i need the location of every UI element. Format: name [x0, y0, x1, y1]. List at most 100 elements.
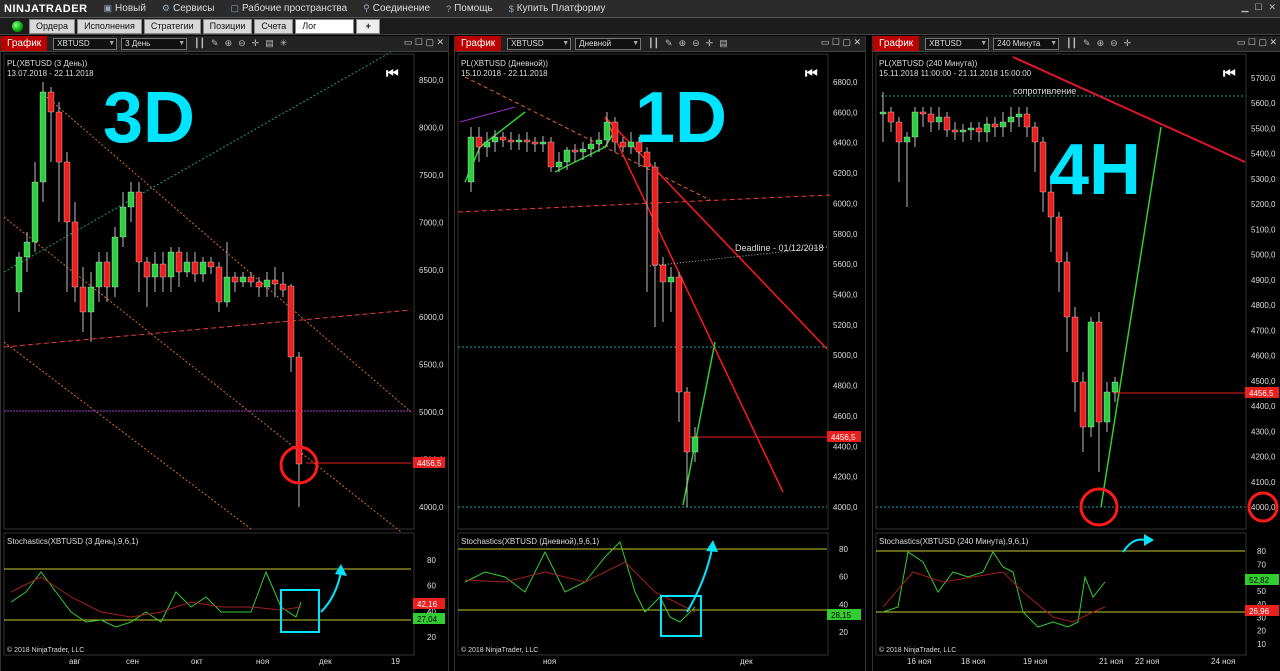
zoom-out-icon[interactable]: ⊖: [692, 38, 700, 49]
panel-window-controls[interactable]: ▭ ☐ ▢ ✕: [1237, 37, 1277, 48]
candle-body: [475, 136, 483, 148]
chart-canvas[interactable]: PL(XBTUSD (Дневной)) 15.10.2018 - 22.11.…: [455, 52, 865, 671]
tab-orders[interactable]: Ордера: [29, 18, 76, 34]
zoom-in-icon[interactable]: ⊕: [225, 38, 233, 49]
camera-icon[interactable]: ▤: [265, 38, 274, 49]
crosshair-icon[interactable]: ✛: [1124, 38, 1132, 49]
crosshair-icon[interactable]: ✛: [706, 38, 714, 49]
price-tick-label: 8000,0: [419, 123, 444, 132]
chart-canvas[interactable]: PL(XBTUSD (240 Минута)) 15.11.2018 11:00…: [873, 52, 1280, 671]
interval-select[interactable]: 3 День ▼: [121, 37, 188, 50]
bar-type-icon[interactable]: ┃┃: [1066, 38, 1077, 49]
price-tick-label: 4800,0: [833, 382, 858, 391]
candle-body: [1031, 126, 1039, 143]
menu-new[interactable]: ▣ Новый: [96, 3, 154, 14]
stoch-tick-label: 20: [427, 633, 436, 642]
instrument-select[interactable]: XBTUSD ▼: [53, 37, 118, 50]
close-icon[interactable]: ✕: [1268, 2, 1276, 13]
menu-help[interactable]: ? Помощь: [438, 3, 501, 14]
candle-body: [959, 129, 967, 133]
candle-body: [231, 276, 239, 283]
camera-icon[interactable]: ▤: [719, 38, 728, 49]
menu-workspaces[interactable]: ▢ Рабочие пространства: [222, 3, 355, 14]
menu-services-label: Сервисы: [173, 3, 215, 14]
panel-window-controls[interactable]: ▭ ☐ ▢ ✕: [404, 37, 444, 48]
candle-body: [595, 139, 603, 145]
candle-body: [175, 251, 183, 273]
candle-body: [279, 283, 287, 291]
tab-strategies[interactable]: Стратегии: [143, 18, 201, 34]
bar-type-icon[interactable]: ┃┃: [648, 38, 659, 49]
interval-value: Дневной: [579, 38, 612, 48]
price-tick-label: 5200,0: [1251, 200, 1276, 209]
price-tick-label: 6500,0: [419, 266, 444, 275]
candle-body: [539, 141, 547, 145]
candle-body: [651, 166, 659, 266]
minimize-icon[interactable]: ▁: [1241, 2, 1248, 13]
help-icon: ?: [446, 3, 452, 14]
candle-body: [183, 261, 191, 273]
tab-positions[interactable]: Позиции: [202, 18, 253, 34]
crosshair-icon[interactable]: ✛: [252, 38, 260, 49]
time-axis: 16 ноя 18 ноя 19 ноя 21 ноя 22 ноя 24 ноя: [907, 657, 1235, 666]
candle-body: [167, 251, 175, 278]
chart-name: PL(XBTUSD (240 Минута)): [879, 59, 978, 68]
panel-window-controls[interactable]: ▭ ☐ ▢ ✕: [821, 37, 861, 48]
candle-body: [39, 91, 47, 183]
zoom-out-icon[interactable]: ⊖: [238, 38, 246, 49]
candle-body: [1087, 321, 1095, 428]
interval-select[interactable]: Дневной ▼: [575, 37, 642, 50]
candle-body: [1111, 381, 1119, 393]
price-tick-label: 5000,0: [419, 408, 444, 417]
menu-services[interactable]: ⚙ Сервисы: [154, 3, 223, 14]
candle-body: [547, 141, 555, 168]
draw-tool-icon[interactable]: ✎: [665, 38, 673, 49]
menu-buy[interactable]: $ Купить Платформу: [501, 3, 614, 14]
time-tick-label: окт: [191, 657, 203, 666]
copyright: © 2018 NinjaTrader, LLC: [7, 646, 84, 654]
stoch-pane-frame: [3, 532, 415, 656]
up-arrow: [1122, 538, 1146, 553]
draw-tool-icon[interactable]: ✎: [211, 38, 219, 49]
maximize-icon[interactable]: ☐: [1254, 2, 1262, 13]
candle-body: [63, 161, 71, 223]
tab-executions[interactable]: Исполнения: [77, 18, 142, 34]
chart-toolbar: График XBTUSD ▼ 3 День ▼ ┃┃ ✎ ⊕ ⊖ ✛ ▤ ✳ ▭ …: [1, 36, 448, 52]
instrument-select[interactable]: XBTUSD ▼: [507, 37, 572, 50]
tab-log[interactable]: Лог: [295, 18, 355, 34]
time-tick-label: дек: [740, 657, 753, 666]
chevron-down-icon: ▼: [632, 39, 640, 47]
price-tick-label: 4000,0: [419, 503, 444, 512]
price-tick-label: 5200,0: [833, 321, 858, 330]
price-tick-label: 7500,0: [419, 171, 444, 180]
price-tick-label: 4400,0: [833, 442, 858, 451]
candle-body: [1023, 113, 1031, 128]
candle-body: [483, 141, 491, 148]
chart-canvas[interactable]: PL(XBTUSD (3 День)) 13.07.2018 - 22.11.2…: [1, 52, 448, 671]
price-tick-label: 6000,0: [833, 199, 858, 208]
draw-tool-icon[interactable]: ✎: [1083, 38, 1091, 49]
zoom-in-icon[interactable]: ⊕: [1097, 38, 1105, 49]
chart-toolbar: График XBTUSD ▼ Дневной ▼ ┃┃ ✎ ⊕ ⊖ ✛ ▤ ▭ ☐…: [455, 36, 865, 52]
zoom-in-icon[interactable]: ⊕: [679, 38, 687, 49]
price-tick-label: 5100,0: [1251, 225, 1276, 234]
zoom-out-icon[interactable]: ⊖: [1110, 38, 1118, 49]
price-tick-label: 5000,0: [1251, 251, 1276, 260]
price-tick-label: 4600,0: [833, 412, 858, 421]
arrow-head: [1144, 534, 1154, 546]
add-tab-button[interactable]: +: [356, 18, 381, 34]
candle-body: [531, 141, 539, 145]
instrument-select[interactable]: XBTUSD ▼: [925, 37, 990, 50]
stoch-tag-red-text: 26,96: [1249, 607, 1270, 616]
interval-select[interactable]: 240 Минута ▼: [993, 37, 1060, 50]
candle-body: [627, 141, 635, 148]
stoch-tick-label: 20: [1257, 627, 1266, 636]
stoch-tick-label: 80: [1257, 547, 1266, 556]
stoch-pane-frame: [457, 532, 829, 656]
price-axis: 5700,0 5600,0 5500,0 5400,0 5300,0 5200,0 5100…: [1251, 74, 1276, 512]
stoch-tick-label: 50: [1257, 587, 1266, 596]
bar-type-icon[interactable]: ┃┃: [194, 38, 205, 49]
tab-accounts[interactable]: Счета: [254, 18, 294, 34]
settings-icon[interactable]: ✳: [280, 38, 288, 49]
menu-connection[interactable]: ⚲ Соединение: [355, 3, 438, 14]
